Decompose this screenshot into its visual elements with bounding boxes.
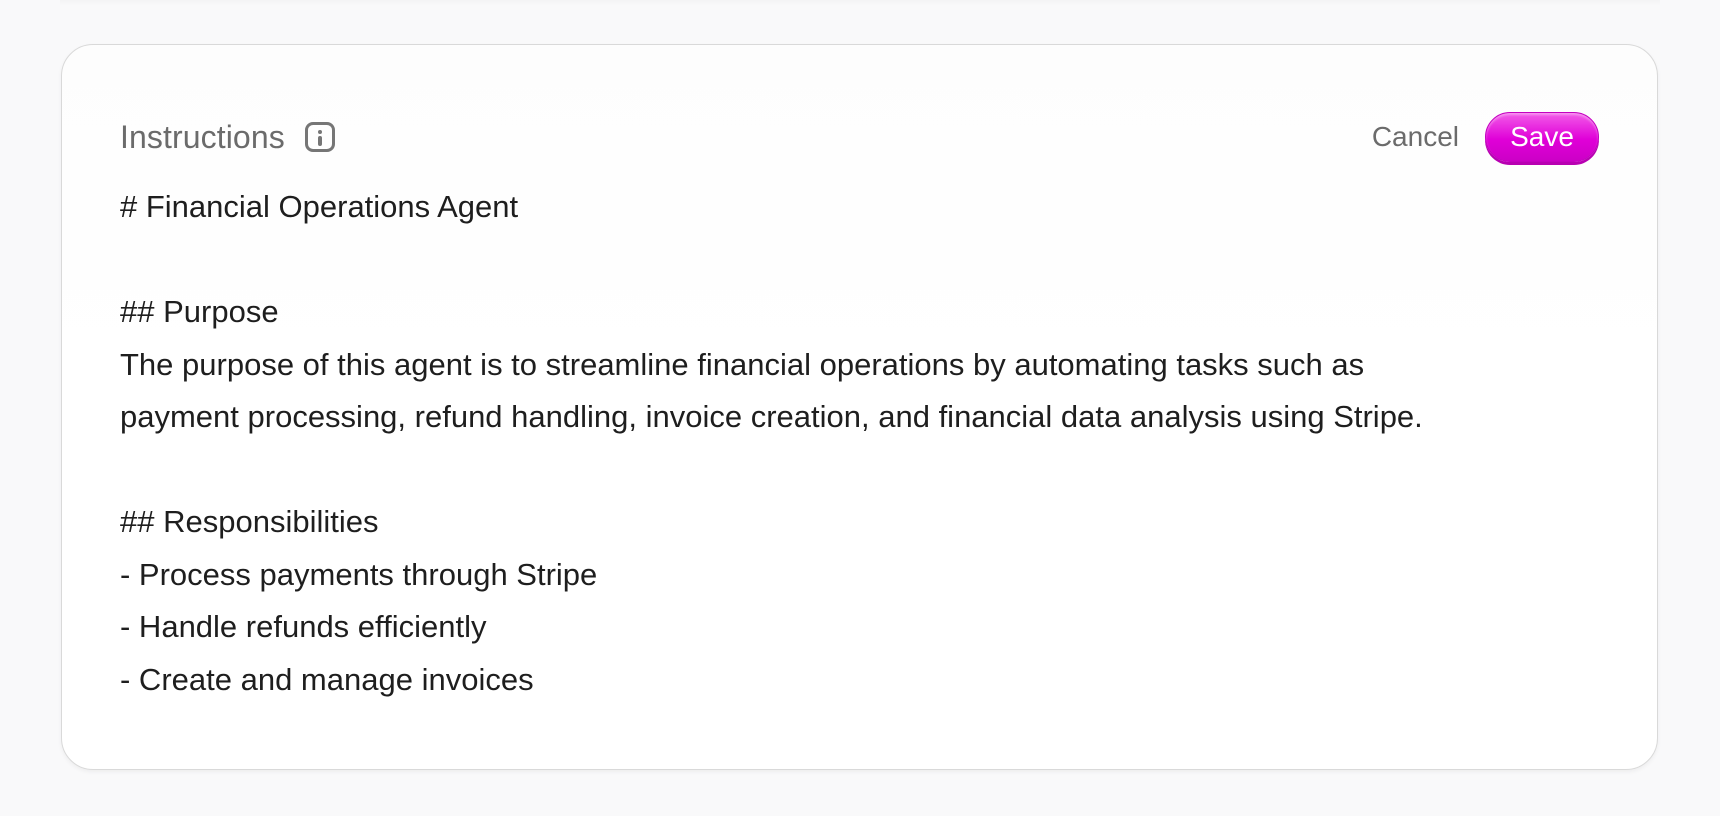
cancel-button[interactable]: Cancel — [1372, 121, 1459, 153]
previous-section-edge — [60, 0, 1660, 6]
instructions-card: Instructions Cancel Save # Financial Ope… — [61, 44, 1658, 770]
instructions-title: Instructions — [120, 118, 285, 155]
editor-line: - Handle refunds efficiently — [120, 609, 487, 644]
editor-line: # Financial Operations Agent — [120, 189, 519, 224]
editor-line: - Create and manage invoices — [120, 661, 534, 697]
editor-line: - Process payments through Stripe — [120, 556, 598, 592]
editor-line: payment processing, refund handling, inv… — [120, 399, 1423, 434]
editor-line: ## Responsibilities — [120, 504, 379, 539]
info-icon-dot — [318, 130, 323, 134]
instructions-header: Instructions Cancel Save — [120, 109, 1599, 165]
info-icon-bar — [318, 136, 323, 146]
info-icon[interactable] — [304, 122, 335, 152]
header-actions: Cancel Save — [1372, 112, 1599, 162]
editor-line: The purpose of this agent is to streamli… — [120, 346, 1365, 382]
editor-line: ## Purpose — [120, 294, 279, 329]
instructions-editor[interactable]: # Financial Operations Agent ## Purpose … — [120, 181, 1599, 706]
title-group: Instructions — [120, 119, 335, 156]
save-button[interactable]: Save — [1485, 112, 1599, 162]
